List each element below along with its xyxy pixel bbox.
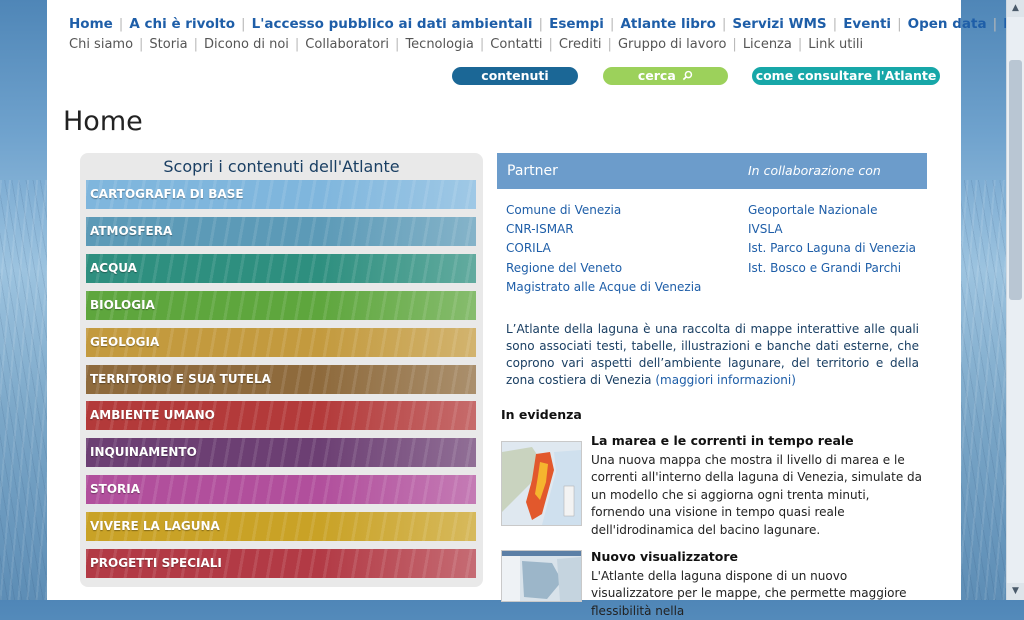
nav-separator: | xyxy=(395,37,400,52)
category-cartografia-di-base[interactable]: CARTOGRAFIA DI BASE xyxy=(86,180,476,209)
nav-separator: | xyxy=(294,37,300,52)
nav-link-esempi[interactable]: Esempi xyxy=(549,16,604,32)
nav-separator: | xyxy=(721,16,727,32)
nav-link-l-accesso-pubblico-ai-dati-ambientali[interactable]: L'accesso pubblico ai dati ambientali xyxy=(252,16,533,32)
scroll-up-arrow-icon[interactable]: ▲ xyxy=(1007,0,1024,17)
nav-separator: | xyxy=(548,37,553,52)
partner-list: Comune di Venezia CNR-ISMAR CORILA Regione … xyxy=(506,201,701,297)
nav-separator: | xyxy=(897,16,902,32)
nav-separator: | xyxy=(479,37,485,52)
partner-link-ist-bosco-e-grandi-parchi[interactable]: Ist. Bosco e Grandi Parchi xyxy=(748,259,916,278)
intro-text: L’Atlante della laguna è una raccolta di… xyxy=(506,321,919,389)
nav-link-crediti[interactable]: Crediti xyxy=(559,37,602,52)
come-consultare-button[interactable]: come consultare l'Atlante xyxy=(752,67,940,85)
partner-link-regione-del-veneto[interactable]: Regione del Veneto xyxy=(506,259,701,278)
nav-separator: | xyxy=(118,16,124,32)
partner-link-ivsla[interactable]: IVSLA xyxy=(748,220,916,239)
scroll-down-arrow-icon[interactable]: ▼ xyxy=(1007,583,1024,600)
page-title: Home xyxy=(63,106,143,137)
contenuti-button[interactable]: contenuti xyxy=(452,67,578,85)
cerca-button[interactable]: cerca xyxy=(603,67,728,85)
nav-link-open-data[interactable]: Open data xyxy=(908,16,987,32)
news-text-marea: Una nuova mappa che mostra il livello di… xyxy=(591,453,922,537)
nav-link-atlante-libro[interactable]: Atlante libro xyxy=(620,16,715,32)
tide-map-thumbnail[interactable] xyxy=(501,441,582,526)
category-atmosfera[interactable]: ATMOSFERA xyxy=(86,216,476,246)
more-info-link[interactable]: (maggiori informazioni) xyxy=(655,373,796,387)
nav-link-contatti[interactable]: Contatti xyxy=(490,37,542,52)
category-vivere-la-laguna[interactable]: VIVERE LA LAGUNA xyxy=(86,512,476,542)
nav-link-link-utili[interactable]: Link utili xyxy=(808,37,863,52)
scroll-thumb[interactable] xyxy=(1009,60,1022,300)
partner-link-cnr-ismar[interactable]: CNR-ISMAR xyxy=(506,220,701,239)
category-territorio-e-sua-tutela[interactable]: TERRITORIO E SUA TUTELA xyxy=(86,364,476,394)
news-title-visualizzatore[interactable]: Nuovo visualizzatore xyxy=(591,549,738,564)
nav-separator: | xyxy=(139,37,144,52)
nav-separator: | xyxy=(732,37,737,52)
partner-title: Partner xyxy=(507,163,558,179)
nav-link-tecnologia[interactable]: Tecnologia xyxy=(405,37,473,52)
viewer-thumbnail[interactable] xyxy=(501,550,582,602)
partner-link-corila[interactable]: CORILA xyxy=(506,239,701,258)
nav-link-licenza[interactable]: Licenza xyxy=(743,37,792,52)
nav-link-chi-siamo[interactable]: Chi siamo xyxy=(69,37,133,52)
cerca-label: cerca xyxy=(637,68,676,83)
collaboration-title: In collaborazione con xyxy=(748,163,881,178)
primary-nav: Home | A chi è rivolto | L'accesso pubblico … xyxy=(69,16,1024,32)
categories-heading: Scopri i contenuti dell'Atlante xyxy=(163,157,400,176)
category-ambiente-umano[interactable]: AMBIENTE UMANO xyxy=(86,401,476,431)
nav-separator: | xyxy=(241,16,246,32)
partner-link-geoportale-nazionale[interactable]: Geoportale Nazionale xyxy=(748,201,916,220)
nav-link-collaboratori[interactable]: Collaboratori xyxy=(305,37,389,52)
category-progetti-speciali[interactable]: PROGETTI SPECIALI xyxy=(86,549,476,578)
nav-separator: | xyxy=(992,16,998,32)
nav-link-gruppo-di-lavoro[interactable]: Gruppo di lavoro xyxy=(618,37,726,52)
nav-separator: | xyxy=(538,16,544,32)
nav-link-a-chi-e-rivolto[interactable]: A chi è rivolto xyxy=(129,16,235,32)
category-geologia[interactable]: GEOLOGIA xyxy=(86,327,476,357)
category-storia[interactable]: STORIA xyxy=(86,475,476,505)
partner-bar: Partner In collaborazione con xyxy=(497,153,927,189)
nav-separator: | xyxy=(797,37,803,52)
category-acqua[interactable]: ACQUA xyxy=(86,253,476,283)
search-icon xyxy=(682,70,693,81)
nav-separator: | xyxy=(832,16,838,32)
category-biologia[interactable]: BIOLOGIA xyxy=(86,290,476,320)
news-text-visualizzatore: L'Atlante della laguna dispone di un nuo… xyxy=(591,569,907,618)
partner-link-comune-di-venezia[interactable]: Comune di Venezia xyxy=(506,201,701,220)
nav-link-storia[interactable]: Storia xyxy=(149,37,187,52)
nav-separator: | xyxy=(607,37,612,52)
nav-link-home[interactable]: Home xyxy=(69,16,113,32)
vertical-scrollbar[interactable]: ▲ ▼ xyxy=(1006,0,1024,600)
nav-separator: | xyxy=(193,37,199,52)
page: Home | A chi è rivolto | L'accesso pubblico … xyxy=(47,0,1024,618)
news-title-marea[interactable]: La marea e le correnti in tempo reale xyxy=(591,433,854,448)
nav-link-servizi-wms[interactable]: Servizi WMS xyxy=(732,16,826,32)
partner-link-magistrato-alle-acque-di-venezia[interactable]: Magistrato alle Acque di Venezia xyxy=(506,278,701,297)
nav-link-eventi[interactable]: Eventi xyxy=(843,16,891,32)
secondary-nav: Chi siamo | Storia | Dicono di noi | Collabora… xyxy=(69,37,863,52)
nav-link-dicono-di-noi[interactable]: Dicono di noi xyxy=(204,37,289,52)
categories-panel: Scopri i contenuti dell'Atlante CARTOGRA… xyxy=(80,153,483,587)
collaborators-list: Geoportale Nazionale IVSLA Ist. Parco Lagu… xyxy=(748,201,916,278)
nav-separator: | xyxy=(609,16,615,32)
partner-link-ist-parco-laguna-di-venezia[interactable]: Ist. Parco Laguna di Venezia xyxy=(748,239,916,258)
category-inquinamento[interactable]: INQUINAMENTO xyxy=(86,438,476,468)
in-evidenza-heading: In evidenza xyxy=(501,407,582,422)
